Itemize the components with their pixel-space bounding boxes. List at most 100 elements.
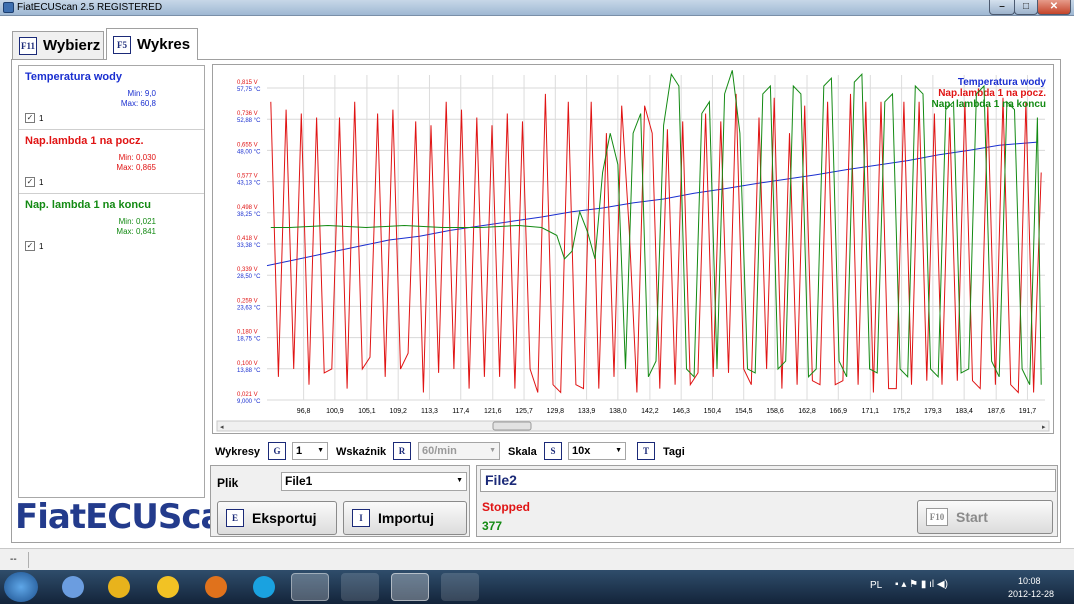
taskbar-app-button[interactable] xyxy=(441,573,479,601)
start-key: F10 xyxy=(926,508,948,526)
y-tick-label-voltage: 0,655 V xyxy=(237,142,258,148)
tab-label: Wybierz xyxy=(43,37,101,54)
scroll-left-icon: ◂ xyxy=(220,424,224,431)
clock-time[interactable]: 10:08 xyxy=(1018,576,1041,586)
taskbar: PL ▪ ▴ ⚑ ▮ ıl ◀) 10:08 2012-12-28 xyxy=(0,570,1074,604)
channel-min: Min: 0,030 xyxy=(118,153,156,162)
y-tick-label-voltage: 0,180 V xyxy=(237,330,258,336)
wskaznik-value: 60/min xyxy=(422,445,457,457)
channel-checkbox[interactable]: ✓ xyxy=(25,113,35,123)
x-tick-label: 109,2 xyxy=(389,408,407,415)
channel-checkbox-label: 1 xyxy=(39,114,44,123)
y-tick-label-voltage: 0,498 V xyxy=(237,205,258,211)
maximize-button[interactable]: □ xyxy=(1014,0,1038,15)
tab-key: F11 xyxy=(19,36,37,55)
export-button[interactable]: E Eksportuj xyxy=(217,501,337,535)
channel-item[interactable]: Nap. lambda 1 na koncu Min: 0,021 Max: 0… xyxy=(19,194,204,258)
wykresy-select[interactable]: 1 ▼ xyxy=(292,442,328,460)
pinned-app-icon[interactable] xyxy=(108,576,130,598)
channel-min: Min: 9,0 xyxy=(127,89,156,98)
filename-field[interactable]: File2 xyxy=(480,469,1056,492)
channel-min: Min: 0,021 xyxy=(118,217,156,226)
taskbar-app-button[interactable] xyxy=(341,573,379,601)
tab-label: Wykres xyxy=(137,36,191,53)
channel-checkbox[interactable]: ✓ xyxy=(25,177,35,187)
y-tick-label-temp: 28,50 °C xyxy=(237,274,261,280)
status-count: 377 xyxy=(482,519,503,533)
import-key: I xyxy=(352,509,370,527)
y-tick-label-temp: 23,63 °C xyxy=(237,305,261,311)
x-tick-label: 166,9 xyxy=(830,408,848,415)
x-tick-label: 183,4 xyxy=(955,408,973,415)
wykresy-label: Wykresy xyxy=(215,446,261,458)
import-button[interactable]: I Importuj xyxy=(343,501,467,535)
skala-label: Skala xyxy=(508,446,537,458)
firefox-icon[interactable] xyxy=(205,576,227,598)
x-tick-label: 158,6 xyxy=(766,408,784,415)
skala-select[interactable]: 10x ▼ xyxy=(568,442,626,460)
y-tick-label-temp: 52,88 °C xyxy=(237,118,261,124)
file-panel: Plik File1 ▼ E Eksportuj I Importuj xyxy=(210,465,470,537)
scroll-right-icon: ▸ xyxy=(1042,424,1046,431)
x-tick-label: 96,8 xyxy=(297,408,311,415)
pinned-app-icon[interactable] xyxy=(157,576,179,598)
channel-checkbox-label: 1 xyxy=(39,242,44,251)
start-orb-icon[interactable] xyxy=(4,572,38,602)
minimize-button[interactable]: – xyxy=(989,0,1015,15)
taskbar-app-button[interactable] xyxy=(391,573,429,601)
x-tick-label: 125,7 xyxy=(515,408,533,415)
channel-checkbox-label: 1 xyxy=(39,178,44,187)
wykresy-key[interactable]: G xyxy=(268,442,286,460)
wskaznik-key[interactable]: R xyxy=(393,442,411,460)
y-tick-label-temp: 9,000 °C xyxy=(237,399,261,405)
tray-icons[interactable]: ▪ ▴ ⚑ ▮ ıl ◀) xyxy=(895,579,948,590)
file-value: File1 xyxy=(285,474,313,488)
y-tick-label-voltage: 0,577 V xyxy=(237,174,258,180)
channel-name: Temperatura wody xyxy=(25,71,122,83)
tab-key: F5 xyxy=(113,35,131,54)
taskbar-app-button[interactable] xyxy=(291,573,329,601)
x-tick-label: 121,6 xyxy=(484,408,502,415)
pinned-app-icon[interactable] xyxy=(62,576,84,598)
title-bar: FiatECUScan 2.5 REGISTERED – □ ✕ xyxy=(0,0,1074,16)
export-label: Eksportuj xyxy=(252,510,317,526)
x-tick-label: 113,3 xyxy=(421,408,438,415)
legend-entry: Nap. lambda 1 na koncu xyxy=(932,99,1046,110)
wykresy-value: 1 xyxy=(296,445,303,457)
wskaznik-label: Wskaźnik xyxy=(336,446,387,458)
tagi-key[interactable]: T xyxy=(637,442,655,460)
channel-item[interactable]: Temperatura wody Min: 9,0 Max: 60,8 ✓ 1 xyxy=(19,66,204,130)
tab-wybierz[interactable]: F11 Wybierz xyxy=(12,31,104,59)
x-tick-label: 117,4 xyxy=(452,408,469,415)
y-tick-label-temp: 57,75 °C xyxy=(237,87,261,93)
skype-icon[interactable] xyxy=(253,576,275,598)
status-bar: -- xyxy=(0,548,1074,570)
start-button[interactable]: F10 Start xyxy=(917,500,1053,534)
x-tick-label: 150,4 xyxy=(704,408,722,415)
channel-max: Max: 0,841 xyxy=(116,227,156,236)
x-tick-label: 187,6 xyxy=(987,408,1005,415)
close-button[interactable]: ✕ xyxy=(1037,0,1071,15)
clock-date[interactable]: 2012-12-28 xyxy=(1008,589,1054,599)
wskaznik-select[interactable]: 60/min ▼ xyxy=(418,442,500,460)
skala-key[interactable]: S xyxy=(544,442,562,460)
y-tick-label-voltage: 0,736 V xyxy=(237,111,258,117)
file-select[interactable]: File1 ▼ xyxy=(281,472,467,491)
start-label: Start xyxy=(956,509,988,525)
channel-item[interactable]: Nap.lambda 1 na pocz. Min: 0,030 Max: 0,… xyxy=(19,130,204,194)
line-chart: 0,021 V9,000 °C 0,100 V13,88 °C 0,180 V18,… xyxy=(216,70,1050,432)
language-indicator[interactable]: PL xyxy=(870,580,882,591)
y-tick-label-temp: 33,38 °C xyxy=(237,243,261,249)
chart-scrollbar-thumb xyxy=(492,421,532,431)
legend-entry: Temperatura wody xyxy=(958,77,1047,88)
import-label: Importuj xyxy=(378,510,434,526)
tagi-label[interactable]: Tagi xyxy=(663,446,685,458)
y-tick-label-voltage: 0,100 V xyxy=(237,361,258,367)
legend-entry: Nap.lambda 1 na pocz. xyxy=(938,88,1046,99)
x-tick-label: 100,9 xyxy=(326,408,344,415)
x-tick-label: 142,2 xyxy=(641,408,659,415)
tab-wykres[interactable]: F5 Wykres xyxy=(106,28,198,60)
y-tick-label-temp: 43,13 °C xyxy=(237,181,261,187)
channel-list: Temperatura wody Min: 9,0 Max: 60,8 ✓ 1 … xyxy=(18,65,205,498)
channel-checkbox[interactable]: ✓ xyxy=(25,241,35,251)
